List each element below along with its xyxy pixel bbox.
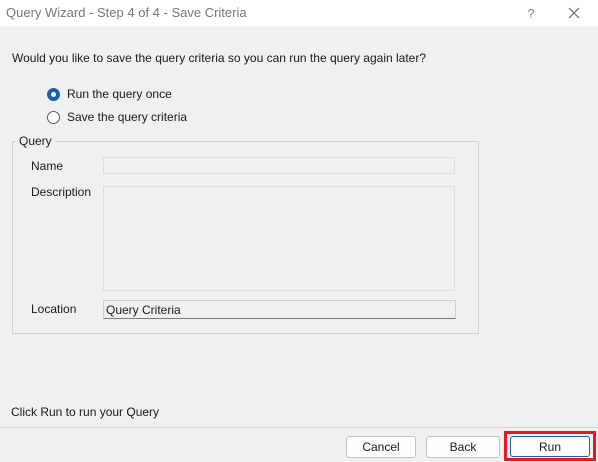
query-group-legend: Query [16, 134, 55, 148]
close-button[interactable] [558, 0, 590, 26]
help-icon: ? [527, 5, 535, 21]
location-field: Query Criteria [103, 300, 456, 319]
footer-divider [0, 427, 598, 428]
description-label: Description [31, 185, 92, 199]
help-button[interactable]: ? [516, 0, 546, 26]
save-criteria-option[interactable]: Save the query criteria [47, 109, 187, 125]
window-title: Query Wizard - Step 4 of 4 - Save Criter… [6, 5, 247, 20]
run-once-option[interactable]: Run the query once [47, 86, 172, 102]
close-icon [568, 7, 580, 19]
run-once-radio[interactable] [47, 87, 60, 101]
back-button[interactable]: Back [426, 436, 500, 458]
run-button[interactable]: Run [510, 436, 590, 457]
location-label: Location [31, 302, 77, 316]
name-label: Name [31, 159, 64, 173]
description-field [103, 186, 455, 291]
save-criteria-label: Save the query criteria [67, 110, 188, 124]
footer-hint: Click Run to run your Query [11, 405, 160, 419]
save-criteria-radio[interactable] [47, 110, 60, 124]
save-question: Would you like to save the query criteri… [12, 51, 427, 65]
name-field [103, 157, 455, 174]
cancel-button[interactable]: Cancel [346, 436, 416, 458]
title-bar: Query Wizard - Step 4 of 4 - Save Criter… [0, 0, 598, 26]
run-once-label: Run the query once [67, 87, 172, 101]
